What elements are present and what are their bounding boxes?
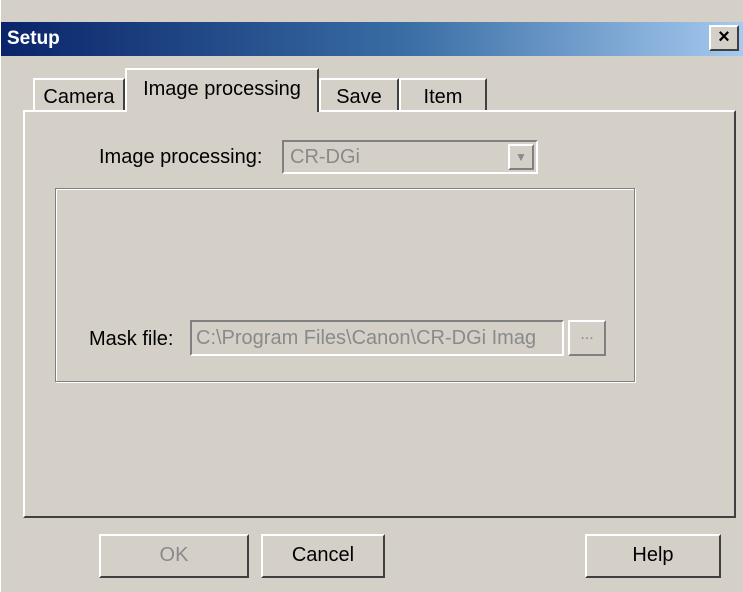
cancel-button[interactable]: Cancel — [261, 534, 385, 578]
mask-file-input[interactable]: C:\Program Files\Canon\CR-DGi Imag — [190, 320, 564, 356]
chevron-down-icon: ▼ — [515, 150, 527, 164]
window-title: Setup — [7, 28, 60, 49]
close-button[interactable]: × — [709, 25, 739, 51]
tab-camera[interactable]: Camera — [33, 78, 125, 112]
tab-image-processing[interactable]: Image processing — [125, 68, 319, 112]
image-processing-value: CR-DGi — [290, 146, 360, 168]
dropdown-arrow-button[interactable]: ▼ — [508, 144, 534, 170]
ok-button[interactable]: OK — [99, 534, 249, 578]
setup-dialog: Setup × Camera Save Item Image processin… — [0, 0, 743, 592]
tab-save[interactable]: Save — [319, 78, 399, 112]
image-processing-label: Image processing: — [99, 146, 263, 168]
mask-file-label: Mask file: — [89, 328, 174, 350]
title-bar: Setup × — [1, 22, 743, 56]
help-button[interactable]: Help — [585, 534, 721, 578]
browse-button[interactable]: ... — [568, 320, 606, 356]
tab-item[interactable]: Item — [399, 78, 487, 112]
image-processing-select[interactable]: CR-DGi ▼ — [282, 140, 538, 174]
close-icon: × — [718, 26, 730, 48]
